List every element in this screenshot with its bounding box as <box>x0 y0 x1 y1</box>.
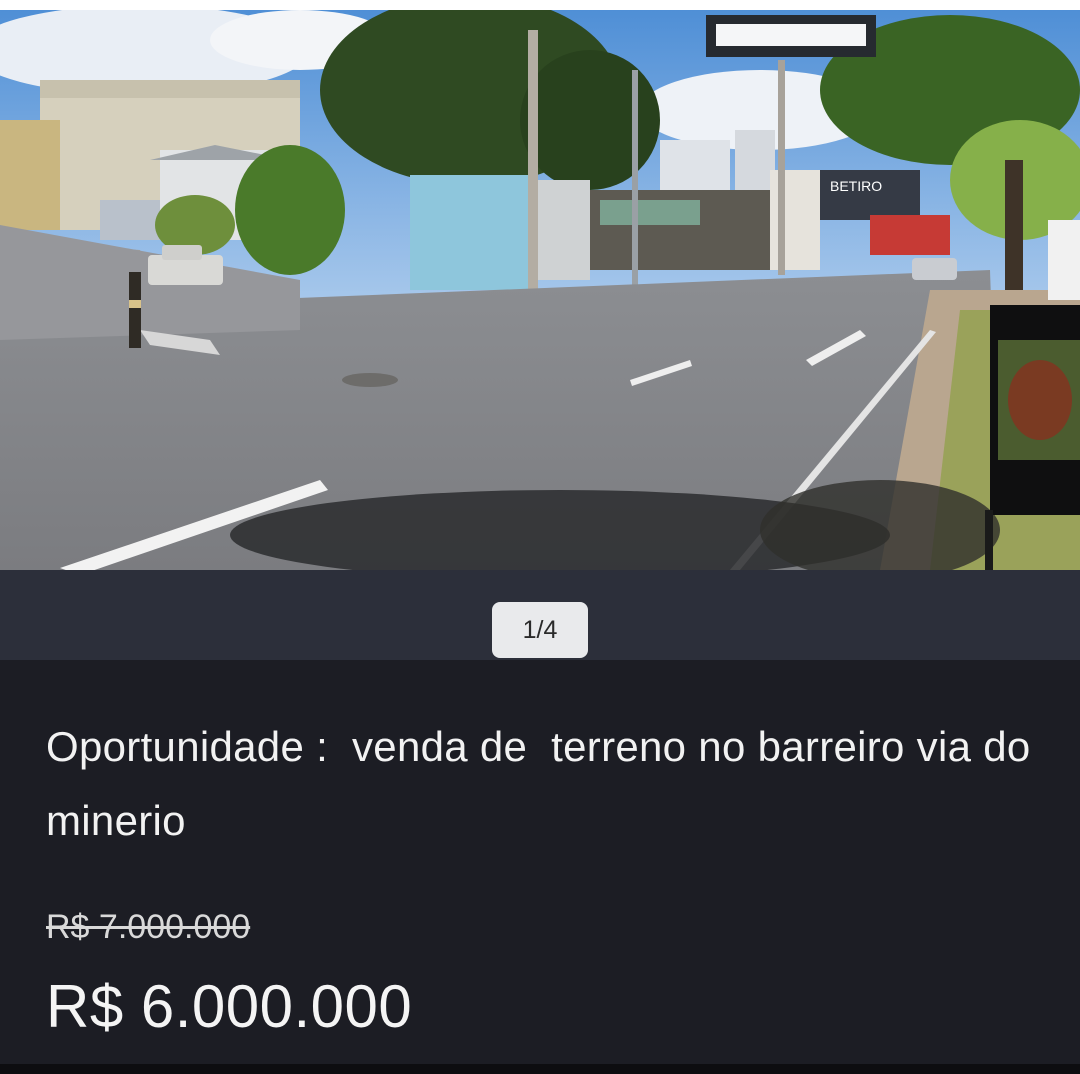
bottom-edge <box>0 1064 1080 1074</box>
original-price: R$ 7.000.000 <box>46 908 251 946</box>
listing-photo[interactable]: BETIRO <box>0 10 1080 570</box>
sign-text: BETIRO <box>830 178 882 194</box>
current-price: R$ 6.000.000 <box>46 973 413 1040</box>
top-edge <box>0 0 1080 10</box>
listing-title: Oportunidade : venda de terreno no barre… <box>46 723 1031 844</box>
street-scene-image: BETIRO <box>0 10 1080 570</box>
photo-counter-badge: 1/4 <box>492 602 588 658</box>
